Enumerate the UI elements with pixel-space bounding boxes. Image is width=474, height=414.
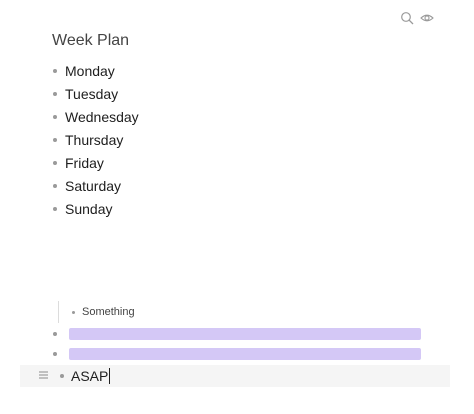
list-item-text[interactable]: Something	[82, 306, 135, 318]
list-item-text[interactable]: Sunday	[65, 201, 112, 217]
list-item-highlighted[interactable]	[53, 327, 421, 341]
search-icon[interactable]	[400, 11, 414, 25]
highlighted-text[interactable]	[69, 348, 421, 360]
list-item[interactable]: Friday	[53, 151, 139, 174]
list-item-text[interactable]: Wednesday	[65, 109, 139, 125]
list-item[interactable]: Wednesday	[53, 105, 139, 128]
list-item-text[interactable]: Monday	[65, 63, 115, 79]
bullet-icon[interactable]	[53, 68, 57, 73]
list-item[interactable]: Monday	[53, 59, 139, 82]
bullet-icon[interactable]	[53, 137, 57, 142]
day-list: Monday Tuesday Wednesday Thursday Friday…	[53, 59, 139, 220]
bullet-icon[interactable]	[72, 310, 75, 314]
page-title[interactable]: Week Plan	[52, 32, 129, 50]
list-item[interactable]: Sunday	[53, 197, 139, 220]
list-item[interactable]: Thursday	[53, 128, 139, 151]
bullet-icon[interactable]	[53, 332, 57, 336]
list-item-text[interactable]: Friday	[65, 155, 104, 171]
list-item[interactable]: Saturday	[53, 174, 139, 197]
list-item-highlighted[interactable]	[53, 347, 421, 361]
bullet-icon[interactable]	[53, 206, 57, 211]
text-cursor	[109, 368, 111, 384]
eye-icon[interactable]	[420, 11, 434, 25]
bullet-icon[interactable]	[53, 114, 57, 119]
list-item[interactable]: Tuesday	[53, 82, 139, 105]
highlighted-text[interactable]	[69, 328, 421, 340]
bullet-icon[interactable]	[60, 374, 64, 378]
list-item-text[interactable]: Saturday	[65, 178, 121, 194]
bullet-icon[interactable]	[53, 183, 57, 188]
toolbar	[400, 11, 434, 25]
bullet-icon[interactable]	[53, 352, 57, 356]
list-item-input[interactable]: ASAP	[71, 368, 108, 384]
list-item-active[interactable]: ASAP	[20, 365, 450, 387]
drag-handle-icon[interactable]	[39, 371, 53, 382]
bullet-icon[interactable]	[53, 91, 57, 96]
list-item-text[interactable]: Thursday	[65, 132, 123, 148]
nested-list-item[interactable]: Something	[58, 301, 135, 323]
list-item-text[interactable]: Tuesday	[65, 86, 118, 102]
bullet-icon[interactable]	[53, 160, 57, 165]
